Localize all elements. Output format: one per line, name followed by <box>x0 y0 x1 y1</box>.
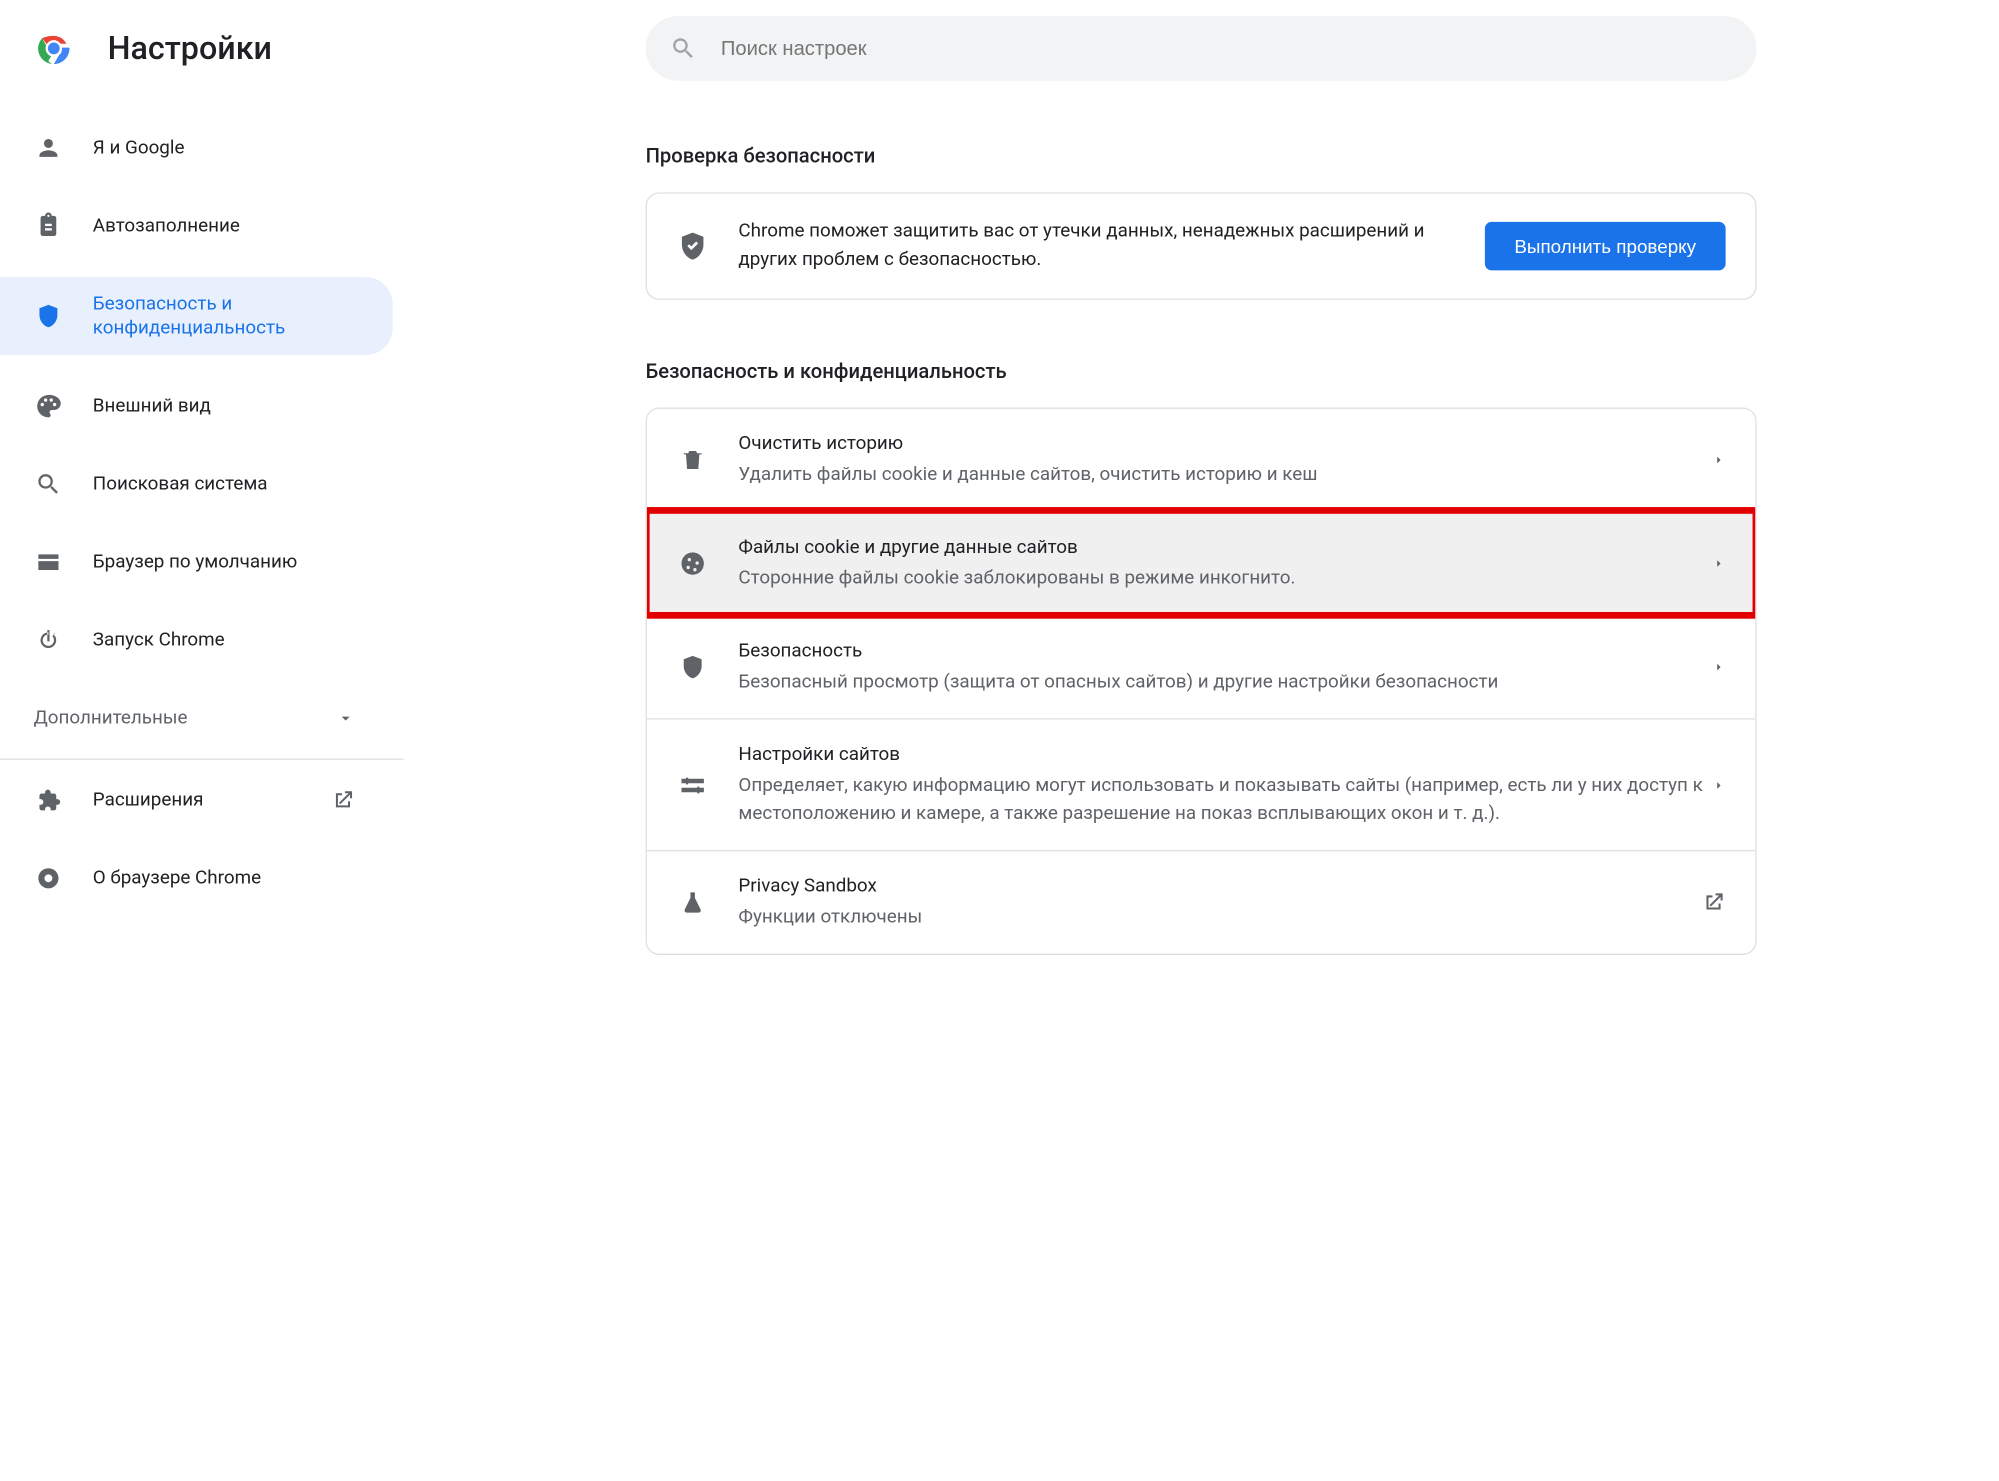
sidebar-item-label: Расширения <box>93 788 204 812</box>
row-privacy-sandbox[interactable]: Privacy Sandbox Функции отключены <box>647 850 1755 954</box>
sidebar-item-you-and-google[interactable]: Я и Google <box>0 121 393 175</box>
sidebar-item-label: Внешний вид <box>93 394 211 418</box>
search-icon <box>670 35 697 62</box>
clipboard-icon <box>34 213 64 240</box>
run-safety-check-button[interactable]: Выполнить проверку <box>1485 222 1726 270</box>
sidebar-item-on-startup[interactable]: Запуск Chrome <box>0 613 393 667</box>
row-site-settings[interactable]: Настройки сайтов Определяет, какую инфор… <box>647 718 1755 850</box>
row-title: Безопасность <box>738 638 1712 666</box>
palette-icon <box>34 393 64 420</box>
row-subtitle: Безопасный просмотр (защита от опасных с… <box>738 668 1712 696</box>
tune-icon <box>677 771 709 798</box>
row-title: Privacy Sandbox <box>738 873 1701 901</box>
chevron-right-icon <box>1712 660 1725 673</box>
row-subtitle: Функции отключены <box>738 904 1701 932</box>
section-title-safety-check: Проверка безопасности <box>646 144 1757 168</box>
sidebar-item-label: Запуск Chrome <box>93 628 225 652</box>
cookie-icon <box>677 550 709 577</box>
shield-check-icon <box>677 230 709 262</box>
chevron-down-icon <box>336 709 355 728</box>
sidebar-item-autofill[interactable]: Автозаполнение <box>0 199 393 253</box>
row-subtitle: Определяет, какую информацию могут испол… <box>738 772 1712 828</box>
open-in-new-icon <box>331 788 355 812</box>
divider <box>0 759 404 760</box>
safety-check-card: Chrome поможет защитить вас от утечки да… <box>646 192 1757 300</box>
sidebar-item-label: Автозаполнение <box>93 214 240 238</box>
sidebar-item-advanced[interactable]: Дополнительные <box>0 691 393 745</box>
chrome-logo-icon <box>35 30 73 68</box>
privacy-list: Очистить историю Удалить файлы cookie и … <box>646 408 1757 955</box>
trash-icon <box>677 447 709 474</box>
sidebar-item-about[interactable]: О браузере Chrome <box>0 851 393 905</box>
sidebar-item-default-browser[interactable]: Браузер по умолчанию <box>0 535 393 589</box>
row-clear-browsing-data[interactable]: Очистить историю Удалить файлы cookie и … <box>647 409 1755 511</box>
page-title: Настройки <box>108 30 512 68</box>
sidebar-item-label: О браузере Chrome <box>93 866 261 890</box>
row-title: Очистить историю <box>738 430 1712 458</box>
row-subtitle: Сторонние файлы cookie заблокированы в р… <box>738 565 1712 593</box>
search-bar[interactable] <box>646 16 1757 81</box>
sidebar-item-label: Браузер по умолчанию <box>93 550 297 574</box>
row-title: Файлы cookie и другие данные сайтов <box>738 534 1712 562</box>
row-security[interactable]: Безопасность Безопасный просмотр (защита… <box>647 615 1755 719</box>
flask-icon <box>677 889 709 916</box>
sidebar-item-extensions[interactable]: Расширения <box>0 773 393 827</box>
shield-icon <box>34 303 64 330</box>
person-icon <box>34 135 64 162</box>
sidebar-item-search-engine[interactable]: Поисковая система <box>0 457 393 511</box>
sidebar: Я и Google Автозаполнение Безопасность и… <box>0 97 404 1100</box>
sidebar-item-security-privacy[interactable]: Безопасность и конфиденциальность <box>0 277 393 355</box>
chrome-icon <box>34 865 64 892</box>
chevron-right-icon <box>1712 453 1725 466</box>
sidebar-item-appearance[interactable]: Внешний вид <box>0 379 393 433</box>
sidebar-item-label: Безопасность и конфиденциальность <box>93 292 285 341</box>
chevron-right-icon <box>1712 778 1725 791</box>
sidebar-item-label: Поисковая система <box>93 472 268 496</box>
sidebar-item-label: Дополнительные <box>34 706 188 730</box>
window-icon <box>34 549 64 576</box>
row-cookies[interactable]: Файлы cookie и другие данные сайтов Стор… <box>647 511 1755 615</box>
open-in-new-icon <box>1701 890 1725 914</box>
power-icon <box>34 627 64 654</box>
search-icon <box>34 471 64 498</box>
puzzle-icon <box>34 787 64 814</box>
search-input[interactable] <box>721 37 1727 60</box>
row-title: Настройки сайтов <box>738 741 1712 769</box>
safety-check-message: Chrome поможет защитить вас от утечки да… <box>738 218 1452 274</box>
chevron-right-icon <box>1712 557 1725 570</box>
sidebar-item-label: Я и Google <box>93 136 185 160</box>
row-subtitle: Удалить файлы cookie и данные сайтов, оч… <box>738 461 1712 489</box>
section-title-privacy: Безопасность и конфиденциальность <box>646 359 1757 383</box>
shield-icon <box>677 654 709 681</box>
